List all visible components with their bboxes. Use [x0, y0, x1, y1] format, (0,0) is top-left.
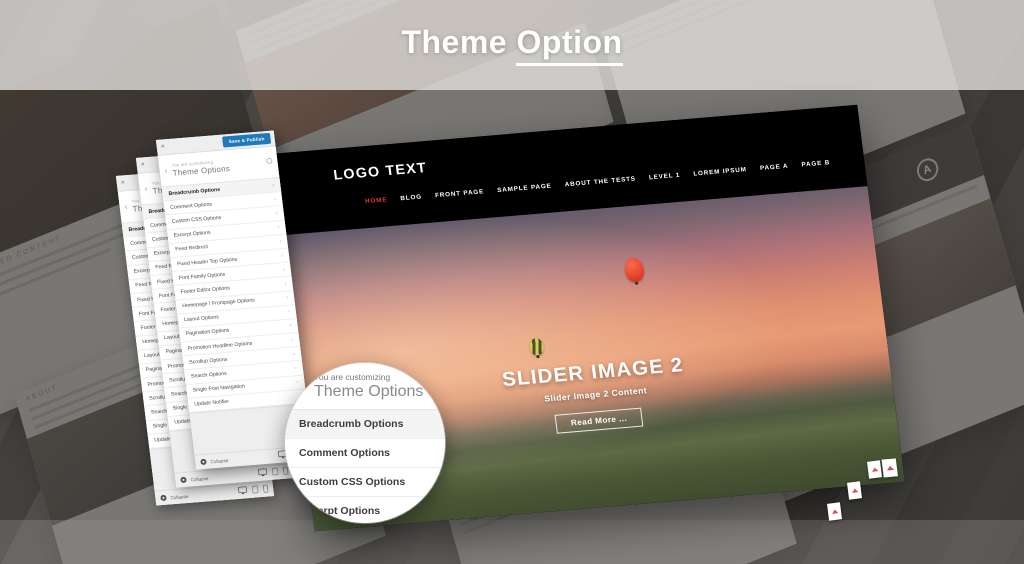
- page-title-part1: Theme: [401, 24, 517, 60]
- magnifier-lens: ‹ You are customizing Theme Options Brea…: [285, 363, 445, 523]
- chevron-right-icon: ›: [279, 238, 282, 245]
- customizer-menu-item-label: Promotion Headline Options: [187, 340, 253, 352]
- scroll-up-icon[interactable]: [881, 458, 898, 478]
- chevron-right-icon: ›: [285, 294, 289, 301]
- chevron-right-icon: ›: [273, 196, 277, 203]
- chevron-right-icon: ›: [275, 210, 279, 217]
- magnifier-menu-item-3[interactable]: Excerpt Options: [285, 497, 445, 523]
- collapse-icon[interactable]: [200, 458, 207, 466]
- chevron-right-icon: ›: [292, 351, 296, 358]
- back-chevron-icon[interactable]: ‹: [124, 202, 128, 211]
- magnifier-content: ‹ You are customizing Theme Options Brea…: [285, 363, 445, 523]
- tablet-preview-icon[interactable]: [271, 467, 279, 477]
- customizer-menu-item-label: Homepage / Frontpage Options: [182, 297, 256, 310]
- magnifier-you-are-customizing: You are customizing: [314, 371, 391, 382]
- desktop-preview-icon[interactable]: [257, 468, 268, 479]
- page-title: Theme Option: [0, 24, 1024, 66]
- magnifier-menu-item-2[interactable]: Custom CSS Options: [285, 468, 445, 497]
- scroll-up-icon[interactable]: [847, 481, 862, 500]
- customizer-menu-item-label: Fixed Header Top Options: [176, 256, 238, 268]
- customizer-menu-item-label: Update Notifier: [194, 399, 230, 408]
- customizer-menu-item-label: Custom CSS Options: [171, 214, 222, 225]
- magnifier-panel-title: Theme Options: [314, 382, 424, 400]
- collapse-icon[interactable]: [180, 476, 187, 484]
- site-nav-item-page-b[interactable]: PAGE B: [801, 159, 830, 168]
- magnifier-menu-item-0[interactable]: Breadcrumb Options: [285, 409, 445, 439]
- customizer-menu-item-label: Font Family Options: [178, 271, 226, 282]
- page-title-part2: Option: [516, 24, 623, 66]
- close-icon[interactable]: ×: [160, 143, 165, 150]
- mobile-preview-icon[interactable]: [262, 484, 269, 495]
- collapse-icon[interactable]: [160, 494, 167, 502]
- chevron-right-icon: ›: [284, 280, 287, 287]
- collapse-label[interactable]: Collapse: [170, 493, 188, 499]
- back-chevron-icon[interactable]: ‹: [164, 166, 168, 175]
- magnifier-menu-item-1[interactable]: Comment Options: [285, 439, 445, 468]
- chevron-right-icon: ›: [282, 266, 286, 273]
- site-nav-item-page-a[interactable]: PAGE A: [760, 163, 789, 172]
- back-chevron-icon[interactable]: ‹: [299, 378, 304, 395]
- site-nav-item-blog[interactable]: BLOG: [400, 193, 422, 202]
- site-nav-item-front-page[interactable]: FRONT PAGE: [435, 188, 485, 199]
- back-chevron-icon[interactable]: ‹: [144, 184, 148, 193]
- chevron-right-icon: ›: [287, 308, 291, 316]
- site-logo[interactable]: LOGO TEXT: [332, 159, 427, 183]
- site-nav-item-lorem-ipsum[interactable]: LOREM IPSUM: [693, 166, 747, 177]
- collapse-label[interactable]: Collapse: [190, 475, 208, 481]
- chevron-right-icon: ›: [277, 224, 280, 231]
- customizer-menu-item-label: Comment Options: [169, 201, 213, 211]
- balloon-red-icon: [623, 257, 646, 283]
- chevron-right-icon: ›: [280, 252, 284, 259]
- desktop-preview-icon[interactable]: [237, 486, 248, 497]
- bottom-band: [0, 520, 1024, 564]
- balloon-striped-icon: [529, 337, 545, 356]
- site-nav-item-sample-page[interactable]: SAMPLE PAGE: [497, 183, 552, 195]
- chevron-right-icon: ›: [289, 323, 292, 330]
- chevron-right-icon: ›: [272, 182, 275, 189]
- customizer-menu-item-label: Breadcrumb Options: [168, 186, 221, 197]
- screenshot-root: FEATURED CONTENT F C W \u26A1 T A: [0, 0, 1024, 564]
- save-and-publish-button[interactable]: Save & Publish: [221, 132, 272, 148]
- customizer-menu-item-label: Footer Editor Options: [180, 285, 231, 296]
- read-more-button[interactable]: Read More ...: [554, 407, 644, 434]
- site-nav-item-home[interactable]: HOME: [365, 196, 388, 205]
- customizer-menu-item-label: Layout Options: [183, 314, 220, 324]
- customizer-menu-item-label: Single Post Navigation: [192, 383, 246, 394]
- device-preview-group: [237, 484, 269, 497]
- customizer-menu-item-label: Scrollup Options: [188, 356, 228, 366]
- customizer-menu-item-label: Search Options: [190, 370, 228, 380]
- close-icon[interactable]: ×: [140, 161, 145, 168]
- chevron-right-icon: ›: [291, 337, 294, 344]
- customizer-menu-item-label: Feed Redirect: [175, 244, 209, 253]
- tablet-preview-icon[interactable]: [251, 485, 259, 495]
- customizer-menu-item-label: Pagination Options: [185, 327, 230, 338]
- scroll-up-icon[interactable]: [867, 460, 882, 479]
- gear-icon[interactable]: [265, 157, 273, 165]
- close-icon[interactable]: ×: [120, 179, 125, 186]
- collapse-label[interactable]: Collapse: [210, 457, 228, 463]
- site-nav-item-about-the-tests[interactable]: ABOUT THE TESTS: [564, 175, 636, 188]
- scroll-up-icon[interactable]: [827, 502, 842, 521]
- site-nav-item-level-1[interactable]: LEVEL 1: [649, 172, 681, 182]
- magnifier-panel-header: ‹ You are customizing Theme Options: [285, 363, 445, 409]
- customizer-menu-item-label: Excerpt Options: [173, 229, 211, 239]
